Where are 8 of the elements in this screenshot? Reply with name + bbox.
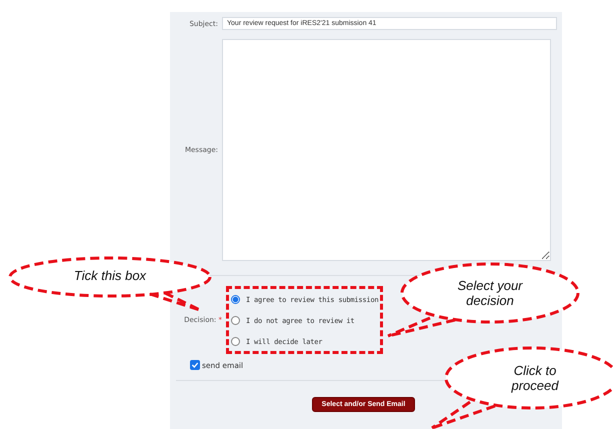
callout-text: Click to proceed xyxy=(510,363,560,393)
checkbox[interactable] xyxy=(190,360,200,370)
radio-button[interactable] xyxy=(231,295,240,304)
callout-text: Tick this box xyxy=(72,268,148,283)
radio-button[interactable] xyxy=(231,316,240,325)
message-field[interactable] xyxy=(222,39,551,261)
callout-text: Select your decision xyxy=(456,278,524,308)
radio-button[interactable] xyxy=(231,337,240,346)
